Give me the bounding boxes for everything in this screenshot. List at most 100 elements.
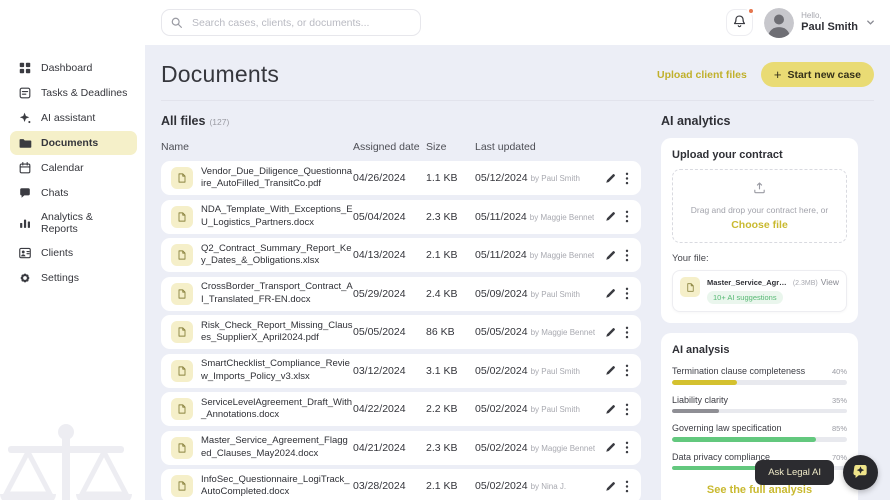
document-icon — [171, 205, 193, 228]
file-row[interactable]: Vendor_Due_Diligence_Questionnaire_AutoF… — [161, 161, 641, 195]
settings-icon — [18, 271, 32, 285]
chevron-down-icon — [865, 17, 876, 28]
row-menu-button[interactable] — [621, 437, 633, 458]
start-new-case-label: Start new case — [787, 68, 861, 81]
app-root: Dashboard Tasks & Deadlines AI assistant… — [0, 0, 890, 500]
sidebar: Dashboard Tasks & Deadlines AI assistant… — [0, 0, 145, 500]
file-row[interactable]: Q2_Contract_Summary_Report_Key_Dates_&_O… — [161, 238, 641, 272]
file-assigned-date: 05/05/2024 — [353, 326, 406, 338]
greeting-text: Hello, — [801, 11, 822, 21]
ask-legal-ai-tooltip: Ask Legal AI — [755, 460, 834, 485]
files-section-title: All files — [161, 114, 206, 128]
analysis-metric: Termination clause completeness 40% — [672, 366, 847, 385]
metric-label: Governing law specification — [672, 423, 782, 433]
view-file-link[interactable]: View — [821, 277, 839, 287]
pencil-icon — [604, 403, 617, 416]
file-last-updated: 05/11/2024 by Maggie Bennet — [475, 249, 600, 261]
notifications-button[interactable] — [726, 7, 756, 36]
file-last-updated: 05/12/2024 by Paul Smith — [475, 172, 600, 184]
edit-button[interactable] — [600, 476, 621, 497]
edit-button[interactable] — [600, 245, 621, 266]
row-menu-button[interactable] — [621, 476, 633, 497]
sidebar-item[interactable]: Tasks & Deadlines — [10, 81, 137, 105]
sidebar-item[interactable]: Clients — [10, 241, 137, 265]
row-menu-button[interactable] — [621, 168, 633, 189]
pencil-icon — [604, 249, 617, 262]
column-header-last-updated: Last updated — [475, 141, 536, 153]
pencil-icon — [604, 172, 617, 185]
file-updated-by: by Paul Smith — [530, 289, 580, 299]
file-row[interactable]: InfoSec_Questionnaire_LogiTrack_AutoComp… — [161, 469, 641, 500]
user-menu[interactable]: Hello, Paul Smith — [764, 7, 876, 38]
edit-button[interactable] — [600, 206, 621, 227]
file-assigned-date: 04/26/2024 — [353, 172, 406, 184]
sidebar-item[interactable]: Analytics & Reports — [10, 206, 137, 240]
upload-icon — [752, 180, 767, 195]
file-updated-date: 05/02/2024 — [475, 364, 528, 377]
sidebar-item[interactable]: Dashboard — [10, 56, 137, 80]
ai-analysis-title: AI analysis — [672, 344, 730, 356]
topbar: Hello, Paul Smith — [145, 0, 890, 45]
edit-button[interactable] — [600, 168, 621, 189]
sidebar-item[interactable]: Settings — [10, 266, 137, 290]
file-row[interactable]: SmartChecklist_Compliance_Review_Imports… — [161, 353, 641, 388]
file-row[interactable]: ServiceLevelAgreement_Draft_With_Annotat… — [161, 392, 641, 426]
sidebar-item[interactable]: Documents — [10, 131, 137, 155]
user-text: Hello, Paul Smith — [801, 11, 858, 34]
file-assigned-date: 04/21/2024 — [353, 441, 406, 454]
sidebar-item[interactable]: Chats — [10, 181, 137, 205]
choose-file-link[interactable]: Choose file — [731, 219, 788, 231]
ask-legal-ai-button[interactable] — [843, 455, 878, 490]
user-name: Paul Smith — [801, 20, 858, 33]
file-row[interactable]: Master_Service_Agreement_Flagged_Clauses… — [161, 430, 641, 465]
file-updated-by: by Maggie Bennet — [530, 443, 596, 453]
file-updated-date: 05/05/2024 — [475, 326, 528, 338]
file-size: 3.1 KB — [426, 364, 458, 377]
row-menu-button[interactable] — [621, 360, 633, 381]
uploaded-file-chip[interactable]: Master_Service_Agreement_Flagged_... (2.… — [672, 270, 847, 312]
start-new-case-button[interactable]: + Start new case — [760, 62, 874, 87]
file-updated-date: 05/11/2024 — [475, 249, 527, 261]
column-header-assigned-date: Assigned date — [353, 141, 420, 153]
file-name: NDA_Template_With_Exceptions_EU_Logistic… — [201, 204, 353, 228]
file-row[interactable]: NDA_Template_With_Exceptions_EU_Logistic… — [161, 199, 641, 234]
calendar-icon — [18, 161, 32, 175]
file-updated-by: by Paul Smith — [530, 366, 580, 376]
file-updated-date: 05/12/2024 — [475, 172, 528, 184]
sidebar-item[interactable]: Calendar — [10, 156, 137, 180]
edit-button[interactable] — [600, 399, 621, 420]
edit-button[interactable] — [600, 437, 621, 458]
analytics-icon — [18, 216, 32, 230]
edit-button[interactable] — [600, 322, 621, 343]
column-header-name: Name — [161, 141, 190, 153]
file-size: 2.1 KB — [426, 480, 458, 492]
row-menu-button[interactable] — [621, 245, 633, 266]
file-last-updated: 05/02/2024 by Maggie Bennet — [475, 442, 600, 454]
row-menu-button[interactable] — [621, 322, 633, 343]
file-size: 86 KB — [426, 326, 455, 338]
row-menu-button[interactable] — [621, 206, 633, 227]
edit-button[interactable] — [600, 283, 621, 304]
edit-button[interactable] — [600, 360, 621, 381]
file-row[interactable]: CrossBorder_Transport_Contract_AI_Transl… — [161, 276, 641, 311]
sidebar-nav: Dashboard Tasks & Deadlines AI assistant… — [0, 0, 145, 291]
scales-of-justice-watermark-icon — [0, 412, 146, 500]
files-list: Vendor_Due_Diligence_Questionnaire_AutoF… — [161, 161, 641, 500]
row-menu-button[interactable] — [621, 283, 633, 304]
search-input[interactable] — [161, 9, 421, 36]
pencil-icon — [604, 326, 617, 339]
file-row[interactable]: Risk_Check_Report_Missing_Clauses_Suppli… — [161, 315, 641, 349]
sidebar-item[interactable]: AI assistant — [10, 106, 137, 130]
file-updated-date: 05/02/2024 — [475, 441, 528, 454]
document-icon — [171, 359, 193, 382]
upload-client-files-link[interactable]: Upload client files — [657, 69, 747, 81]
kebab-menu-icon — [625, 480, 629, 493]
dropzone[interactable]: Drag and drop your contract here, or Cho… — [672, 169, 847, 243]
file-size: 1.1 KB — [426, 172, 458, 184]
progress-fill — [672, 380, 737, 385]
row-menu-button[interactable] — [621, 399, 633, 420]
file-size: 2.3 KB — [426, 441, 458, 454]
file-updated-by: by Paul Smith — [530, 405, 580, 414]
sidebar-item-label: Dashboard — [41, 62, 93, 74]
file-last-updated: 05/11/2024 by Maggie Bennet — [475, 211, 600, 223]
